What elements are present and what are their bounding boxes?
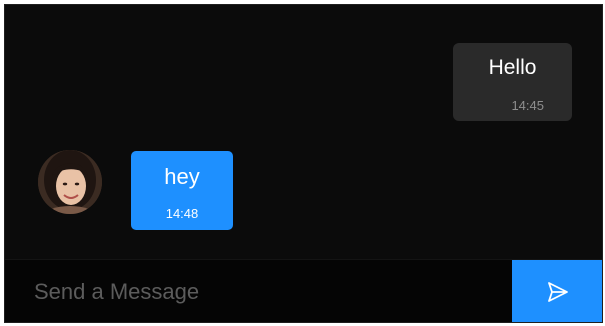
chat-window: Hello 14:45 hey 14:48 Send a Message xyxy=(4,4,603,323)
user-avatar-image xyxy=(38,150,102,214)
send-icon xyxy=(548,282,568,302)
message-timestamp: 14:48 xyxy=(165,206,199,221)
message-text: hey xyxy=(164,164,200,189)
message-text: Hello xyxy=(488,56,537,79)
message-timestamp: 14:45 xyxy=(511,98,544,113)
message-composer xyxy=(5,259,602,322)
received-message-bubble: hey 14:48 xyxy=(131,151,233,230)
sent-message-bubble: Hello 14:45 xyxy=(453,43,572,121)
message-list: Hello 14:45 hey 14:48 xyxy=(5,5,602,259)
avatar[interactable] xyxy=(38,150,102,214)
message-input[interactable] xyxy=(5,260,511,322)
send-button[interactable] xyxy=(512,260,602,322)
